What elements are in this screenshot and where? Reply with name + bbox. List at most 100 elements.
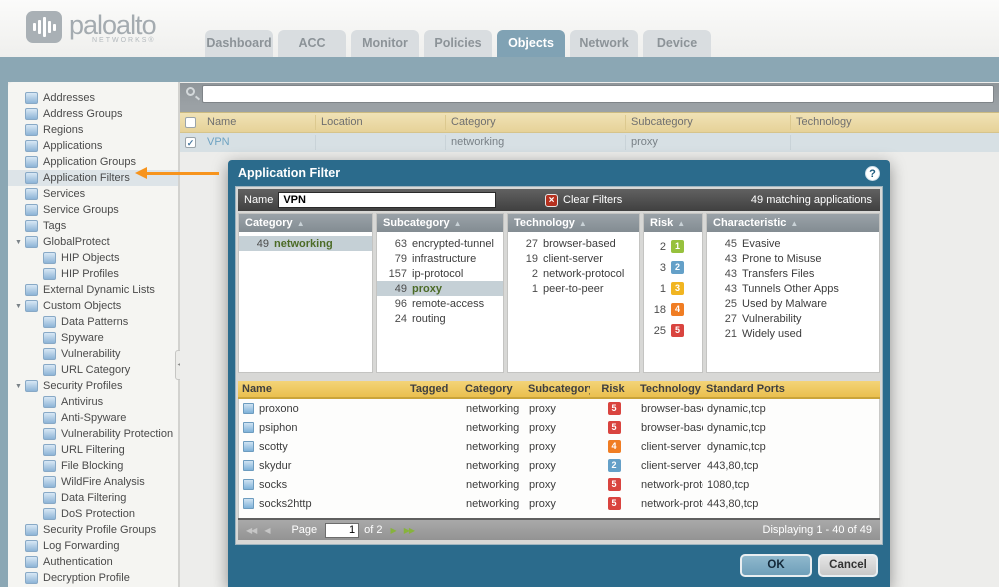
ok-button[interactable]: OK (740, 554, 812, 577)
category-filter-header[interactable]: Category▲ (239, 214, 372, 232)
sidebar-item[interactable]: ▼ Address Groups (8, 106, 178, 122)
cancel-button[interactable]: Cancel (818, 554, 878, 577)
expand-triangle-icon[interactable]: ▼ (15, 239, 25, 246)
sidebar-item[interactable]: ▼ File Blocking (8, 458, 178, 474)
sidebar-item[interactable]: ▼ URL Filtering (8, 442, 178, 458)
tab-device[interactable]: Device (643, 30, 711, 57)
sidebar-item[interactable]: ▼ URL Category (8, 362, 178, 378)
select-all-checkbox[interactable] (185, 117, 196, 128)
risk-filter-header[interactable]: Risk▲ (644, 214, 702, 232)
next-page-icon[interactable] (391, 526, 396, 535)
table-row[interactable]: psiphon networking proxy 5 browser-based… (239, 418, 879, 437)
column-header[interactable]: Location (315, 115, 445, 130)
table-row[interactable]: VPN networking proxy (180, 133, 999, 152)
tab-objects[interactable]: Objects (497, 30, 565, 57)
expand-triangle-icon[interactable]: ▼ (15, 383, 25, 390)
table-row[interactable]: skydur networking proxy 2 client-server … (239, 456, 879, 475)
column-header[interactable]: Subcategory (625, 115, 790, 130)
filter-item[interactable]: 24 routing (377, 311, 503, 326)
risk-filter-item[interactable]: 2 1 (644, 236, 702, 257)
sidebar-item[interactable]: ▼ GlobalProtect (8, 234, 178, 250)
sidebar-item[interactable]: ▼ Addresses (8, 90, 178, 106)
tab-acc[interactable]: ACC (278, 30, 346, 57)
sidebar-item[interactable]: ▼ Data Filtering (8, 490, 178, 506)
technology-filter-header[interactable]: Technology▲ (508, 214, 639, 232)
tab-policies[interactable]: Policies (424, 30, 492, 57)
page-number-input[interactable] (325, 523, 359, 538)
sidebar-item[interactable]: ▼ Vulnerability Protection (8, 426, 178, 442)
filter-item[interactable]: 27 browser-based (508, 236, 639, 251)
filter-item[interactable]: 43 Tunnels Other Apps (707, 281, 879, 296)
risk-filter-item[interactable]: 18 4 (644, 299, 702, 320)
sidebar-item[interactable]: ▼ Security Profiles (8, 378, 178, 394)
results-column-header[interactable]: Technology (636, 383, 702, 395)
column-header[interactable]: Technology (790, 115, 955, 130)
filter-item[interactable]: 25 Used by Malware (707, 296, 879, 311)
filter-item[interactable]: 43 Prone to Misuse (707, 251, 879, 266)
filter-name-input[interactable] (278, 192, 496, 208)
filter-item[interactable]: 96 remote-access (377, 296, 503, 311)
row-checkbox[interactable] (185, 137, 196, 148)
tab-monitor[interactable]: Monitor (351, 30, 419, 57)
sidebar-item[interactable]: ▼ WildFire Analysis (8, 474, 178, 490)
sidebar-item[interactable]: ▼ Data Patterns (8, 314, 178, 330)
risk-filter-item[interactable]: 3 2 (644, 257, 702, 278)
last-page-icon[interactable] (404, 526, 414, 535)
sidebar-item[interactable]: ▼ HIP Profiles (8, 266, 178, 282)
table-row[interactable]: socks2http networking proxy 5 network-pr… (239, 494, 879, 513)
sidebar-item[interactable]: ▼ Regions (8, 122, 178, 138)
filter-item[interactable]: 19 client-server (508, 251, 639, 266)
sidebar-item[interactable]: ▼ Services (8, 186, 178, 202)
characteristic-filter-header[interactable]: Characteristic▲ (707, 214, 879, 232)
sidebar-item[interactable]: ▼ Decryption Profile (8, 570, 178, 586)
results-column-header[interactable]: Standard Ports (702, 383, 880, 395)
expand-triangle-icon[interactable]: ▼ (15, 303, 25, 310)
sidebar-item[interactable]: ▼ Vulnerability (8, 346, 178, 362)
sidebar-item[interactable]: ▼ Log Forwarding (8, 538, 178, 554)
results-column-header[interactable]: Name (238, 383, 406, 395)
sidebar-item[interactable]: ▼ HIP Objects (8, 250, 178, 266)
table-row[interactable]: scotty networking proxy 4 client-server … (239, 437, 879, 456)
previous-page-icon[interactable] (264, 526, 269, 535)
first-page-icon[interactable] (246, 526, 256, 535)
filter-item[interactable]: 157 ip-protocol (377, 266, 503, 281)
help-icon[interactable]: ? (865, 166, 880, 181)
filter-item[interactable]: 43 Transfers Files (707, 266, 879, 281)
filter-name-link[interactable]: VPN (202, 135, 315, 150)
search-input[interactable] (202, 85, 994, 103)
sidebar-item[interactable]: ▼ Spyware (8, 330, 178, 346)
filter-item[interactable]: 1 peer-to-peer (508, 281, 639, 296)
subcategory-filter-header[interactable]: Subcategory▲ (377, 214, 503, 232)
sidebar-item[interactable]: ▼ Security Profile Groups (8, 522, 178, 538)
filter-item[interactable]: 49 networking (239, 236, 372, 251)
tab-network[interactable]: Network (570, 30, 638, 57)
filter-item[interactable]: 45 Evasive (707, 236, 879, 251)
filter-item[interactable]: 79 infrastructure (377, 251, 503, 266)
filter-item[interactable]: 27 Vulnerability (707, 311, 879, 326)
results-column-header[interactable]: Category (461, 383, 524, 395)
results-column-header[interactable]: Subcategory (524, 383, 590, 395)
filter-item[interactable]: 49 proxy (377, 281, 503, 296)
filter-item[interactable]: 2 network-protocol (508, 266, 639, 281)
column-header[interactable]: Name (202, 115, 315, 130)
sidebar-item[interactable]: ▼ External Dynamic Lists (8, 282, 178, 298)
risk-filter-item[interactable]: 1 3 (644, 278, 702, 299)
sidebar-item[interactable]: ▼ Authentication (8, 554, 178, 570)
sidebar-item[interactable]: ▼ Custom Objects (8, 298, 178, 314)
sidebar-item[interactable]: ▼ Anti-Spyware (8, 410, 178, 426)
filter-item[interactable]: 63 encrypted-tunnel (377, 236, 503, 251)
tab-dashboard[interactable]: Dashboard (205, 30, 273, 57)
risk-filter-item[interactable]: 25 5 (644, 320, 702, 341)
sidebar-item[interactable]: ▼ DoS Protection (8, 506, 178, 522)
results-column-header[interactable]: Risk (590, 383, 636, 395)
table-row[interactable]: socks networking proxy 5 network-protoco… (239, 475, 879, 494)
table-row[interactable]: proxono networking proxy 5 browser-based… (239, 399, 879, 418)
column-header[interactable]: Category (445, 115, 625, 130)
results-column-header[interactable]: Tagged (406, 383, 461, 395)
clear-filters-button[interactable]: × Clear Filters (545, 194, 622, 207)
filter-item[interactable]: 21 Widely used (707, 326, 879, 341)
sidebar-item[interactable]: ▼ Tags (8, 218, 178, 234)
sidebar-item[interactable]: ▼ Applications (8, 138, 178, 154)
sidebar-item[interactable]: ▼ Service Groups (8, 202, 178, 218)
sidebar-item[interactable]: ▼ Antivirus (8, 394, 178, 410)
